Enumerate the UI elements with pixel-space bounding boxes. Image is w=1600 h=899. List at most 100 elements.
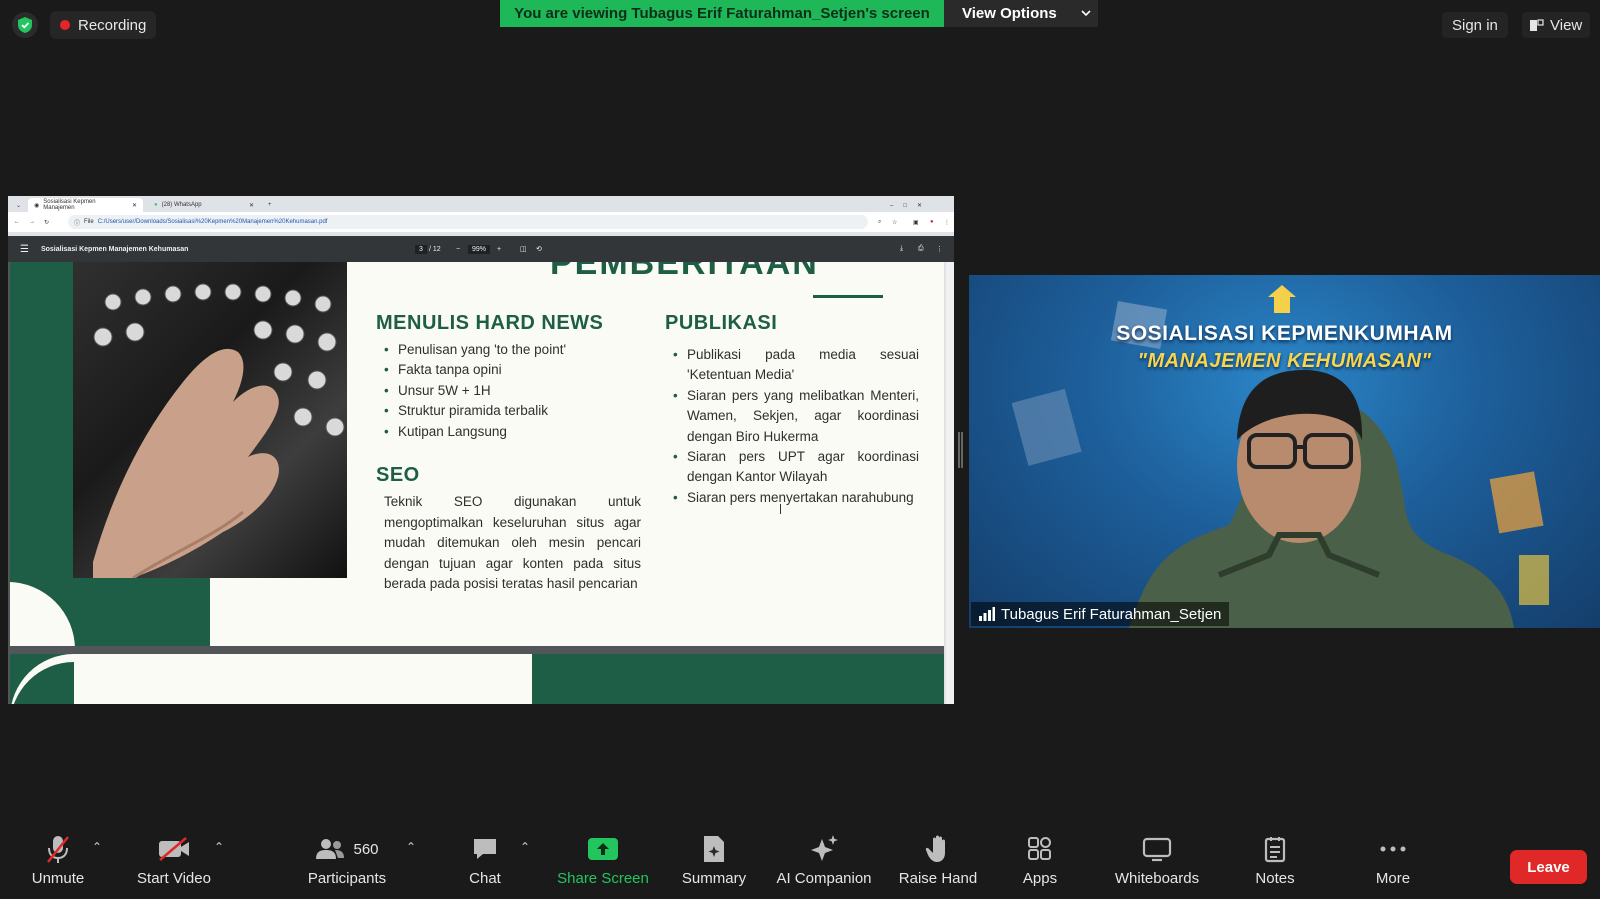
- meeting-toolbar: Unmute ⌃ Start Video ⌃ 560 Participants …: [0, 830, 1600, 899]
- list-item: Publikasi pada media sesuai 'Ketentuan M…: [673, 345, 919, 386]
- download-icon[interactable]: ⤓: [900, 245, 903, 253]
- slide-top-heading: PEMBERITAAN: [550, 262, 819, 282]
- more-button[interactable]: More: [1371, 830, 1415, 899]
- view-options-button[interactable]: View Options: [944, 0, 1098, 27]
- apps-label: Apps: [1022, 870, 1058, 887]
- participants-label: Participants: [307, 870, 387, 887]
- browser-menu-icon[interactable]: ⋮: [944, 219, 950, 226]
- ai-companion-label: AI Companion: [776, 870, 872, 887]
- apps-button[interactable]: Apps: [1018, 830, 1062, 899]
- more-label: More: [1375, 870, 1411, 887]
- notes-button[interactable]: Notes: [1250, 830, 1300, 899]
- viewing-screen-banner: You are viewing Tubagus Erif Faturahman_…: [500, 0, 944, 27]
- url-text: C:/Users/user/Downloads/Sosialisasi%20Ke…: [97, 219, 328, 225]
- whiteboards-label: Whiteboards: [1114, 870, 1200, 887]
- list-item: Siaran pers UPT agar koordinasi dengan K…: [673, 447, 919, 488]
- browser-tab-whatsapp[interactable]: ● (28) WhatsApp ✕: [148, 198, 260, 212]
- window-controls[interactable]: –□✕: [884, 198, 938, 212]
- browser-tab-bar: ⌄ ◉ Sosialisasi Kepmen Manajemen ✕ ● (28…: [8, 196, 954, 212]
- view-button[interactable]: View: [1522, 12, 1591, 38]
- pdf-page: PEMBERITAAN MENULIS HARD NEWS Penulisan …: [10, 262, 944, 646]
- raise-hand-label: Raise Hand: [898, 870, 978, 887]
- chat-options-chevron-icon[interactable]: ⌃: [520, 840, 530, 854]
- video-options-chevron-icon[interactable]: ⌃: [214, 840, 224, 854]
- raise-hand-icon: [925, 835, 945, 862]
- page-number-input[interactable]: 3: [415, 244, 427, 254]
- pdf-toolbar: ☰ Sosialisasi Kepmen Manajemen Kehumasan…: [8, 236, 954, 262]
- ai-companion-sparkle-icon: [811, 835, 838, 861]
- panel-resize-handle[interactable]: [958, 432, 963, 468]
- apps-icon: [1028, 837, 1051, 860]
- more-dots-icon: [1380, 846, 1406, 852]
- reload-icon[interactable]: ↻: [44, 219, 49, 226]
- profile-avatar[interactable]: ●: [930, 219, 934, 225]
- extensions-icon[interactable]: ▣: [913, 219, 919, 226]
- url-prefix: File: [84, 219, 94, 225]
- pdf-title: Sosialisasi Kepmen Manajemen Kehumasan: [40, 245, 189, 253]
- print-icon[interactable]: ⎙: [918, 245, 924, 253]
- whiteboards-button[interactable]: Whiteboards: [1108, 830, 1206, 899]
- participants-options-chevron-icon[interactable]: ⌃: [406, 840, 416, 854]
- publikasi-title: PUBLIKASI: [665, 312, 778, 334]
- ai-companion-button[interactable]: AI Companion: [772, 830, 876, 899]
- chat-icon: [474, 839, 496, 859]
- participant-name-tag: Tubagus Erif Faturahman_Setjen: [971, 602, 1230, 626]
- summary-button[interactable]: Summary: [679, 830, 749, 899]
- url-input[interactable]: ⓘ File C:/Users/user/Downloads/Sosialisa…: [68, 215, 868, 229]
- share-screen-button[interactable]: Share Screen: [556, 830, 650, 899]
- browser-tab-pdf[interactable]: ◉ Sosialisasi Kepmen Manajemen ✕: [28, 198, 143, 212]
- seo-text: Teknik SEO digunakan untuk mengoptimalka…: [384, 494, 641, 591]
- rotate-icon[interactable]: ⟲: [536, 245, 542, 253]
- whiteboard-icon: [1142, 837, 1172, 862]
- pdf-viewport[interactable]: PEMBERITAAN MENULIS HARD NEWS Penulisan …: [8, 262, 944, 704]
- list-item: Siaran pers menyertakan narahubung: [673, 488, 919, 509]
- unmute-button[interactable]: Unmute: [28, 830, 88, 899]
- participant-video-tile[interactable]: SOSIALISASI KEPMENKUMHAM "MANAJEMEN KEHU…: [969, 275, 1600, 628]
- view-options-label: View Options: [962, 5, 1057, 22]
- tab-title: (28) WhatsApp: [161, 202, 202, 208]
- leave-button[interactable]: Leave: [1510, 850, 1587, 884]
- summary-label: Summary: [681, 870, 747, 887]
- tab-menu-button[interactable]: ⌄: [10, 198, 27, 212]
- tab-title: Sosialisasi Kepmen Manajemen: [43, 199, 96, 211]
- start-video-button[interactable]: Start Video: [132, 830, 216, 899]
- recording-indicator[interactable]: Recording: [50, 11, 157, 39]
- close-tab-icon[interactable]: ✕: [132, 202, 137, 209]
- new-tab-button[interactable]: +: [262, 198, 278, 212]
- pdf-page-next: [10, 654, 944, 704]
- pdf-scrollbar[interactable]: [946, 262, 954, 704]
- chat-button[interactable]: Chat: [465, 830, 505, 899]
- page-total: / 12: [429, 245, 441, 253]
- forward-icon[interactable]: →: [29, 219, 35, 225]
- top-bar: Recording You are viewing Tubagus Erif F…: [0, 0, 1600, 50]
- view-layout-icon: [1530, 18, 1544, 31]
- share-screen-icon: [588, 838, 618, 860]
- slide-cream-block: [74, 654, 532, 704]
- share-screen-label: Share Screen: [557, 870, 649, 887]
- list-item: Siaran pers yang melibatkan Menteri, Wam…: [673, 386, 919, 447]
- list-item: Penulisan yang 'to the point': [384, 340, 634, 361]
- heading-rule: [813, 295, 883, 298]
- participants-count: 560: [353, 840, 379, 858]
- chevron-down-icon: [1081, 10, 1091, 17]
- sign-in-button[interactable]: Sign in: [1442, 12, 1508, 38]
- start-video-label: Start Video: [137, 870, 211, 887]
- fit-page-icon[interactable]: ◫: [520, 245, 527, 253]
- star-icon[interactable]: ☆: [892, 219, 897, 226]
- hamburger-icon[interactable]: ☰: [20, 244, 29, 255]
- zoom-input[interactable]: 99%: [468, 244, 491, 254]
- security-shield-icon[interactable]: [12, 12, 38, 38]
- pdf-menu-icon[interactable]: ⋮: [936, 245, 943, 253]
- participants-button[interactable]: 560 Participants: [304, 830, 390, 899]
- raise-hand-button[interactable]: Raise Hand: [895, 830, 981, 899]
- chat-label: Chat: [469, 870, 501, 887]
- back-icon[interactable]: ←: [14, 219, 20, 225]
- zoom-in-icon[interactable]: +: [497, 246, 501, 253]
- audio-options-chevron-icon[interactable]: ⌃: [92, 840, 102, 854]
- close-tab-icon[interactable]: ✕: [249, 202, 254, 209]
- notes-icon: [1264, 837, 1286, 863]
- zoom-out-icon[interactable]: −: [456, 246, 460, 253]
- shared-screen[interactable]: ⌄ ◉ Sosialisasi Kepmen Manajemen ✕ ● (28…: [8, 196, 954, 704]
- zoom-icon[interactable]: ⌕: [878, 219, 881, 226]
- hard-news-title: MENULIS HARD NEWS: [376, 312, 604, 334]
